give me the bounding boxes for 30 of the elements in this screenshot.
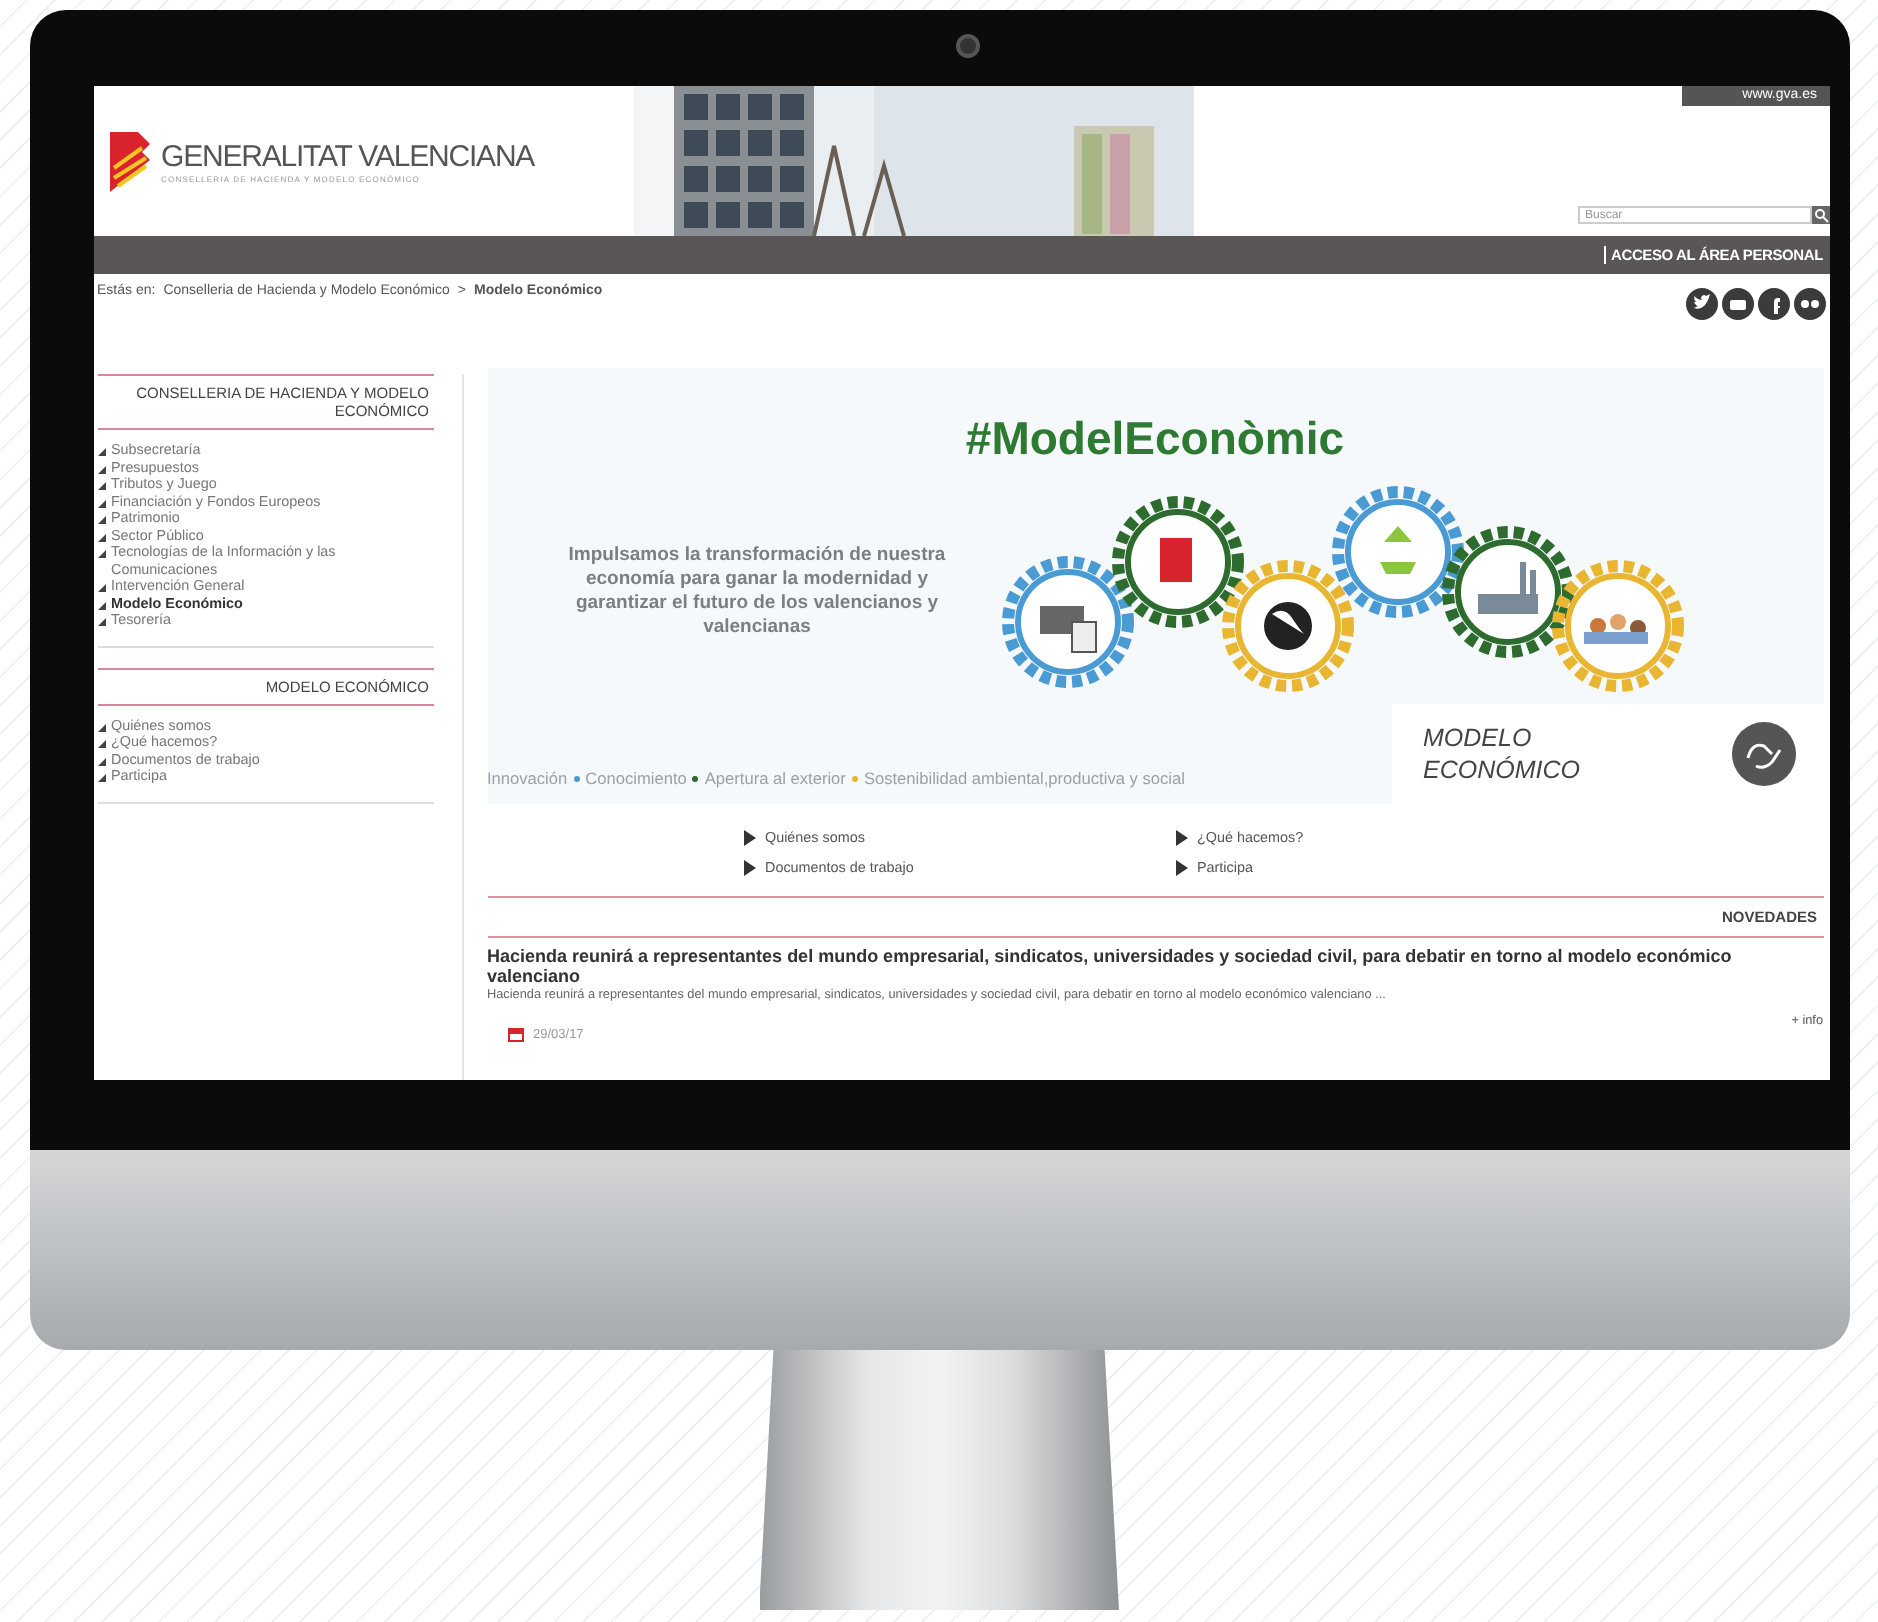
- calendar-icon: [507, 1028, 523, 1042]
- banner-claim: Impulsamos la transformación de nuestra economía para ganar la modernidad y garantizar el futuro de los valencianos y valencianas: [566, 544, 948, 640]
- news-headline[interactable]: Hacienda reunirá a representantes del mundo empresarial, sindicatos, universidades y sociedad civil, para debatir en torno al modelo económico valenciano: [487, 948, 1767, 986]
- bullet-icon: [97, 499, 105, 507]
- coat-of-arms-icon: [105, 127, 153, 195]
- banner-tag: Conocimiento: [585, 768, 687, 788]
- camera-icon: [955, 34, 979, 58]
- bullet-icon: [97, 533, 105, 541]
- bullet-icon: [97, 618, 105, 626]
- bullet-icon: [97, 774, 105, 782]
- bullet-icon: [97, 448, 105, 456]
- bullet-icon: [97, 482, 105, 490]
- badge-text: MODELO ECONÓMICO: [1423, 722, 1582, 786]
- bullet-icon: [97, 757, 105, 765]
- banner-tag: Sostenibilidad ambiental,productiva y social: [863, 768, 1185, 788]
- bullet-icon: [97, 601, 105, 609]
- bullet-icon: [97, 465, 105, 473]
- video-icon[interactable]: [1721, 288, 1753, 320]
- bullet-icon: [97, 516, 105, 524]
- bullet-icon: [97, 740, 105, 748]
- dots-icon[interactable]: [1793, 288, 1825, 320]
- bird-icon[interactable]: [1685, 288, 1717, 320]
- logo-title: GENERALITAT VALENCIANA: [161, 139, 535, 173]
- banner-hashtag: #ModelEconòmic: [963, 412, 1347, 466]
- bullet-icon: [97, 584, 105, 592]
- bullet-icon: [97, 723, 105, 731]
- banner-tag: Innovación: [487, 768, 568, 788]
- banner-tag: Apertura al exterior: [704, 768, 846, 788]
- f-icon[interactable]: [1757, 288, 1789, 320]
- bullet-icon: [97, 550, 105, 558]
